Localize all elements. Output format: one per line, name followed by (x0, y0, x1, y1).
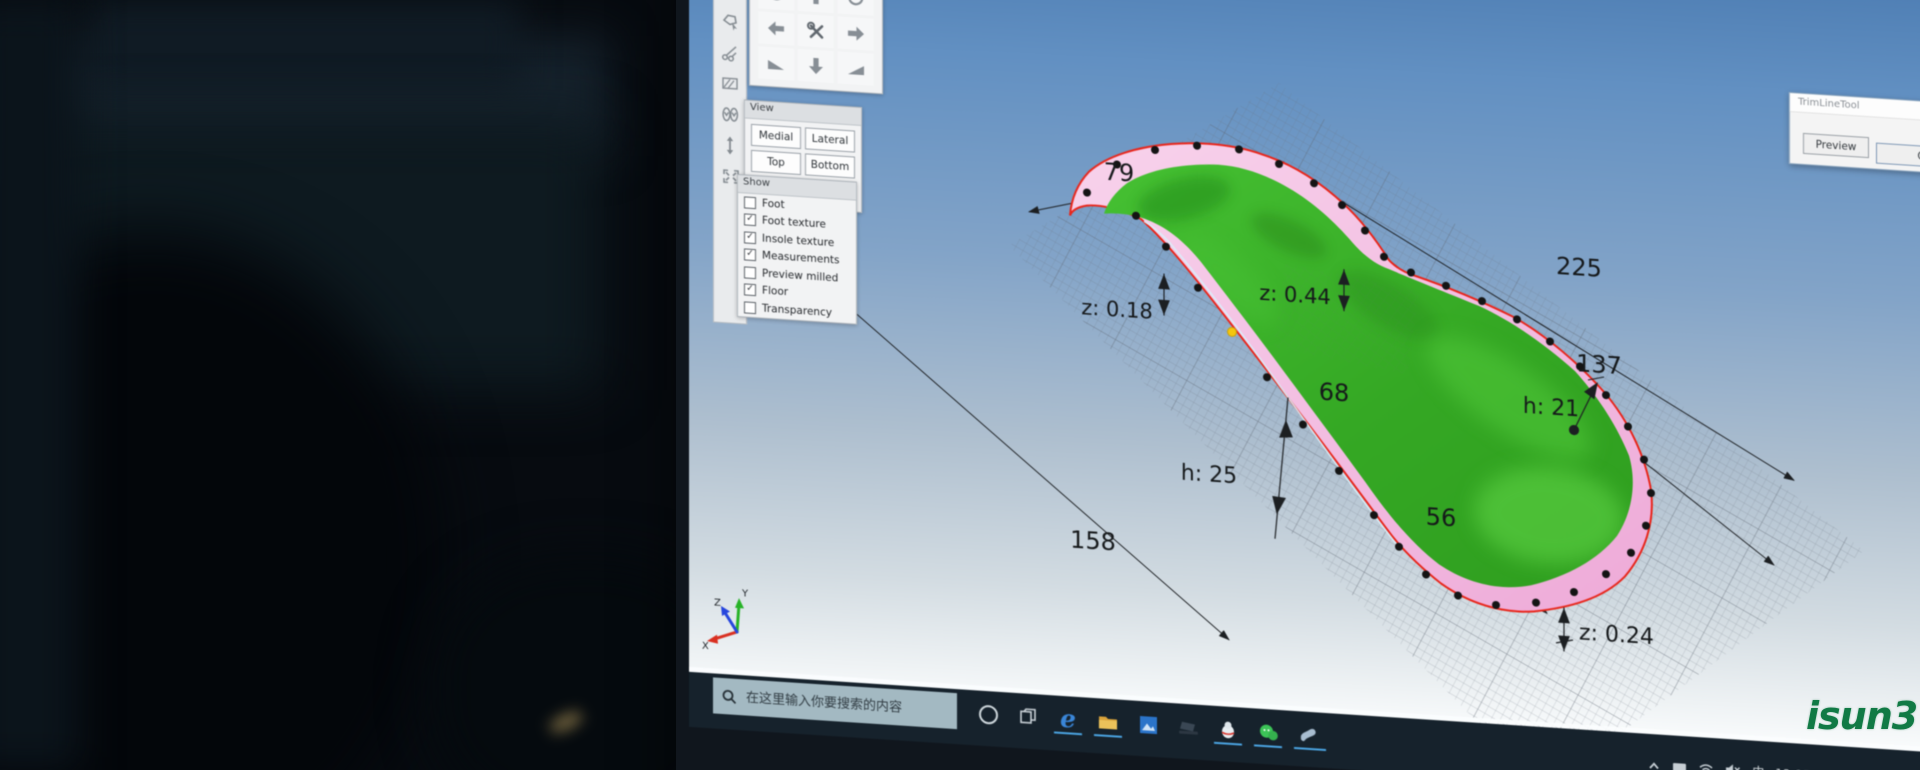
monitor: 79 225 137 68 56 158 z: 0.18 z: 0.44 z: … (676, 0, 1920, 770)
background-shelf (90, 0, 520, 90)
axis-x-label: X (702, 641, 709, 652)
photos-icon[interactable] (1137, 709, 1159, 740)
background-room (0, 36, 610, 156)
file-explorer-icon[interactable] (1097, 706, 1119, 737)
photo-frame: 79 225 137 68 56 158 z: 0.18 z: 0.44 z: … (0, 0, 1920, 770)
search-input[interactable] (744, 689, 928, 718)
checkbox-measurements[interactable]: ✓ (744, 249, 756, 262)
show-panel: Show Foot ✓ Foot texture ✓ Insole textur… (737, 174, 857, 324)
view-medial-button[interactable]: Medial (751, 124, 801, 149)
left-edge-shadow (0, 0, 80, 770)
checkbox-preview-milled[interactable] (744, 266, 756, 279)
dim-z-mid: z: 0.44 (1259, 280, 1331, 310)
rotate-cw-button[interactable] (838, 0, 874, 16)
checkbox-floor[interactable]: ✓ (744, 284, 756, 297)
system-tray: 中 12:15 (1647, 756, 1811, 770)
wifi-icon[interactable] (1698, 762, 1714, 770)
scissors-icon[interactable] (719, 41, 741, 64)
dim-z-left: z: 0.18 (1081, 294, 1153, 324)
input-method-indicator[interactable]: 中 (1752, 763, 1764, 770)
tilt-right-button[interactable] (838, 51, 874, 85)
dim-heel-width: 56 (1426, 503, 1457, 533)
app-window: 79 225 137 68 56 158 z: 0.18 z: 0.44 z: … (689, 0, 1920, 770)
dim-h-lateral: h: 21 (1523, 394, 1579, 423)
checkbox-transparency[interactable] (744, 301, 756, 314)
dim-mid-length: 137 (1576, 349, 1622, 380)
dim-mid-width: 68 (1319, 378, 1350, 408)
pan-up-button[interactable] (798, 0, 834, 13)
texture-swatch-icon[interactable] (719, 72, 741, 95)
selected-control-point (1228, 327, 1237, 337)
vertical-resize-icon[interactable] (719, 134, 741, 157)
view-lateral-button[interactable]: Lateral (805, 127, 855, 152)
trimline-dialog: TrimLineTool Preview OK (1789, 92, 1920, 177)
cortana-icon[interactable] (977, 698, 999, 729)
pan-left-button[interactable] (758, 11, 794, 45)
view-top-button[interactable]: Top (751, 150, 801, 175)
background-mid (0, 120, 600, 390)
pan-down-button[interactable] (798, 49, 834, 83)
footwear-icon[interactable] (719, 103, 741, 126)
wechat-icon[interactable] (1257, 717, 1279, 748)
ok-button[interactable]: OK (1876, 143, 1920, 170)
lasso-select-icon[interactable] (719, 10, 741, 33)
navigation-pad (749, 0, 883, 94)
checkbox-insole-texture[interactable]: ✓ (744, 231, 756, 244)
dim-toe-width: 79 (1104, 158, 1135, 188)
axis-z-label: Z (714, 597, 721, 608)
tilt-left-button[interactable] (758, 46, 794, 80)
ring-glint (546, 707, 585, 737)
volume-muted-icon[interactable] (1725, 763, 1741, 770)
edge-icon[interactable]: e (1057, 704, 1079, 735)
axis-y-label: Y (741, 588, 749, 600)
viewport-3d[interactable]: 79 225 137 68 56 158 z: 0.18 z: 0.44 z: … (689, 0, 1920, 752)
tray-app-icon[interactable] (1672, 760, 1687, 770)
qq-icon[interactable] (1217, 714, 1239, 745)
laptop-app-icon[interactable] (1177, 711, 1199, 742)
insole-scene[interactable]: 79 225 137 68 56 158 z: 0.18 z: 0.44 z: … (689, 0, 1920, 752)
tools-button[interactable] (798, 14, 834, 48)
checkbox-foot[interactable] (744, 196, 756, 209)
rotate-ccw-button[interactable] (758, 0, 794, 11)
view-bottom-button[interactable]: Bottom (805, 153, 855, 178)
dim-outer-length: 225 (1556, 252, 1602, 283)
insole-app-icon[interactable] (1297, 719, 1319, 750)
search-icon (721, 688, 737, 705)
tray-chevron-icon[interactable] (1647, 758, 1661, 770)
axis-triad: X Y Z (702, 586, 749, 655)
person-silhouette (0, 230, 440, 770)
pan-right-button[interactable] (838, 16, 874, 50)
dim-h-medial: h: 25 (1181, 461, 1237, 490)
dim-inner-length: 158 (1070, 526, 1116, 557)
isun-watermark: isun3 (1806, 694, 1917, 738)
dim-z-heel: z: 0.24 (1579, 620, 1654, 650)
task-view-icon[interactable] (1017, 701, 1039, 732)
preview-button[interactable]: Preview (1803, 133, 1869, 158)
checkbox-foot-texture[interactable]: ✓ (744, 214, 756, 227)
taskbar-clock[interactable]: 12:15 (1775, 766, 1811, 770)
